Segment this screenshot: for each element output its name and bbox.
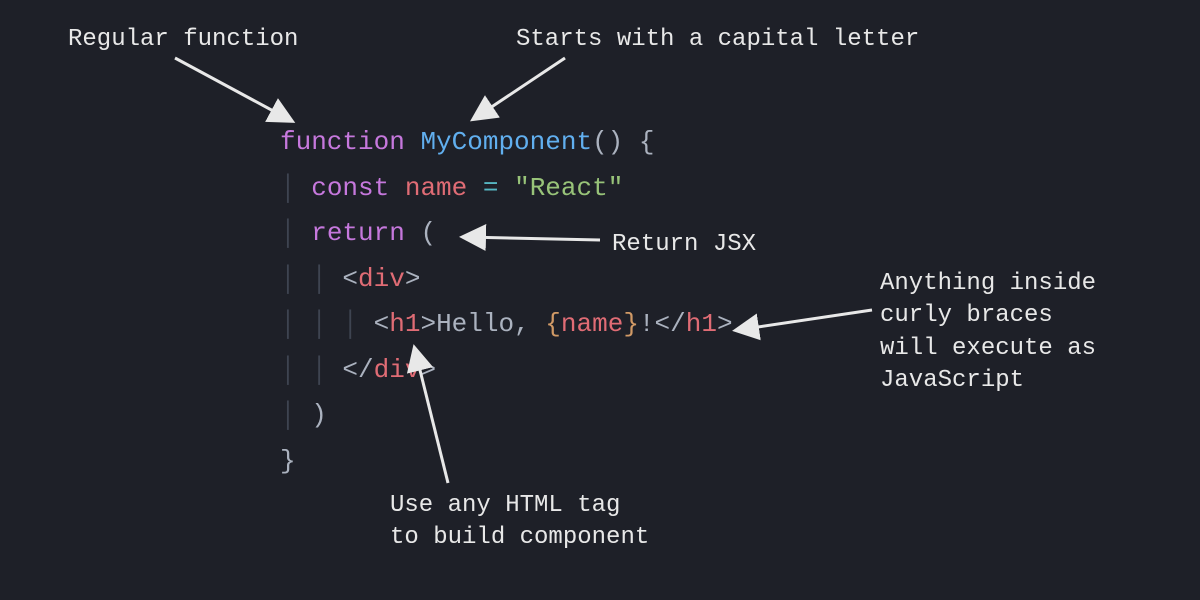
brace-open: {	[639, 127, 655, 157]
paren-close: )	[311, 400, 327, 430]
tag-h1-open: h1	[389, 309, 420, 339]
annotation-regular-function: Regular function	[68, 24, 298, 56]
string-value: "React"	[514, 173, 623, 203]
parens: ()	[592, 127, 623, 157]
operator-equals: =	[483, 173, 499, 203]
code-line-8: }	[280, 439, 733, 485]
code-line-3: │ return (	[280, 211, 733, 257]
code-block: function MyComponent() { │ const name = …	[280, 120, 733, 484]
tag-h1-close: h1	[686, 309, 717, 339]
paren-open: (	[420, 218, 436, 248]
arrow-capital-letter	[475, 58, 565, 118]
arrow-regular-function	[175, 58, 290, 120]
code-line-4: │ │ <div>	[280, 257, 733, 303]
code-line-2: │ const name = "React"	[280, 166, 733, 212]
keyword-function: function	[280, 127, 405, 157]
keyword-return: return	[311, 218, 405, 248]
arrow-curly-braces	[738, 310, 872, 330]
annotation-capital-letter: Starts with a capital letter	[516, 24, 919, 56]
tag-div-open: div	[358, 264, 405, 294]
brace-close: }	[280, 446, 296, 476]
code-line-7: │ )	[280, 393, 733, 439]
jsx-text-hello: Hello,	[436, 309, 545, 339]
jsx-expression: name	[561, 309, 623, 339]
tag-div-close: div	[374, 355, 421, 385]
keyword-const: const	[311, 173, 389, 203]
jsx-text-bang: !	[639, 309, 655, 339]
variable-name: name	[405, 173, 467, 203]
annotation-curly-braces: Anything inside curly braces will execut…	[880, 268, 1096, 398]
annotation-html-tag: Use any HTML tag to build component	[390, 490, 649, 555]
code-line-1: function MyComponent() {	[280, 120, 733, 166]
function-name: MyComponent	[420, 127, 592, 157]
code-line-5: │ │ │ <h1>Hello, {name}!</h1>	[280, 302, 733, 348]
code-line-6: │ │ </div>	[280, 348, 733, 394]
